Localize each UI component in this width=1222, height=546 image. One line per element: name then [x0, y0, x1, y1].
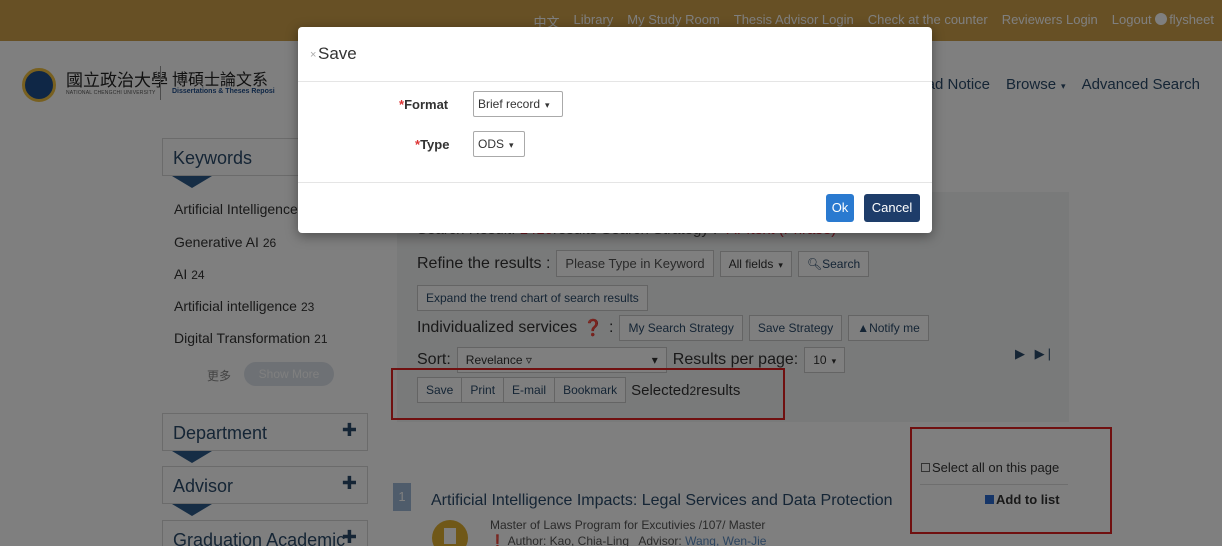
format-select[interactable]: Brief record ▾ [473, 91, 563, 117]
dialog-divider [298, 182, 932, 183]
type-select[interactable]: ODS ▾ [473, 131, 525, 157]
format-label-text: Format [404, 97, 449, 112]
chevron-down-icon: ▾ [509, 140, 514, 150]
dialog-divider [298, 81, 932, 82]
dialog-title: Save [318, 44, 357, 63]
type-label: *Type [415, 137, 449, 152]
chevron-down-icon: ▾ [545, 100, 550, 110]
type-label-text: Type [420, 137, 450, 152]
format-label: *Format [399, 97, 448, 112]
type-select-value: ODS [478, 137, 505, 151]
ok-button[interactable]: Ok [826, 194, 854, 222]
save-dialog: × Save *Format Brief record ▾ *Type ODS ▾ … [298, 27, 932, 233]
cancel-button[interactable]: Cancel [864, 194, 920, 222]
close-icon[interactable]: × [310, 49, 316, 61]
format-select-value: Brief record [478, 97, 541, 111]
